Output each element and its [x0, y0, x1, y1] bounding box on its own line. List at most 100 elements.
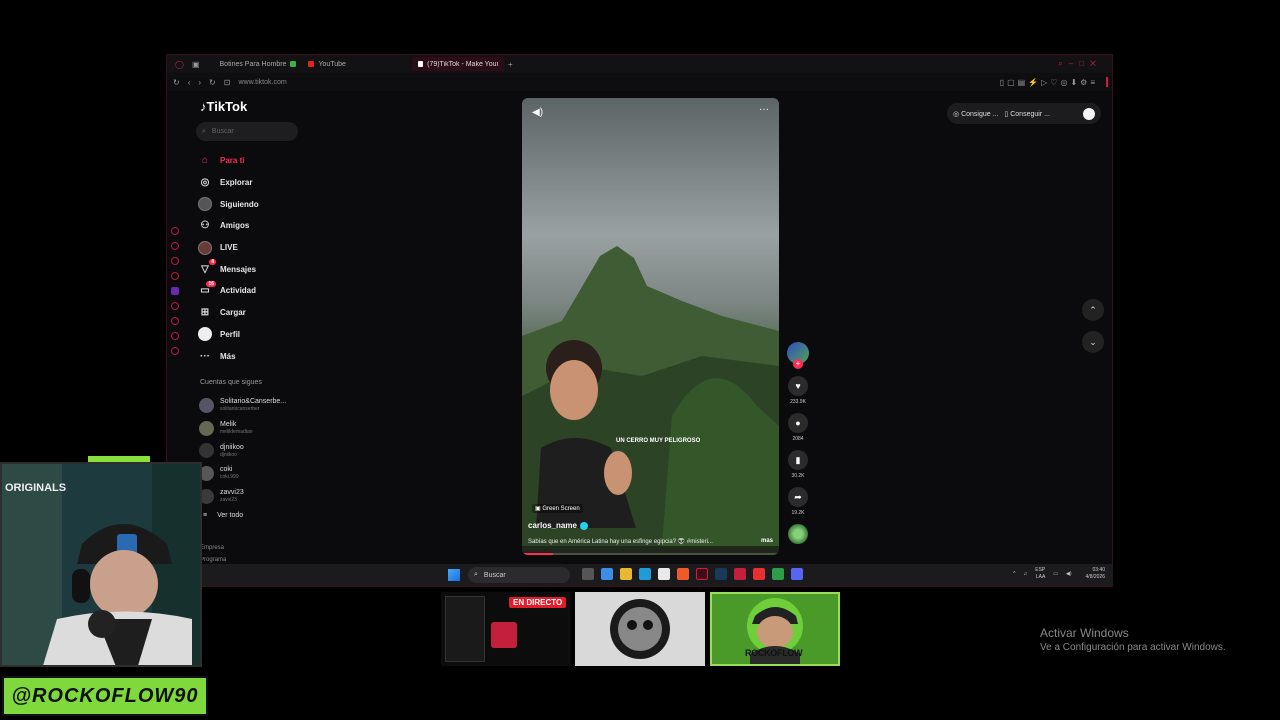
more-options-icon[interactable]: ··· [759, 104, 769, 115]
steam-icon[interactable] [715, 568, 727, 580]
language-indicator[interactable]: ESP LAA [1035, 567, 1045, 581]
back-icon[interactable]: ‹ [188, 78, 191, 87]
author-avatar[interactable]: + [787, 342, 809, 369]
video-player[interactable]: ◀) ··· UN CERRO MUY PELIGROSO ▣ Green Sc… [522, 98, 779, 555]
new-tab-icon[interactable]: + [508, 60, 513, 69]
network-icon[interactable]: ▭ [1053, 571, 1058, 577]
following-account[interactable]: zavvi23 zavvi23 [199, 485, 309, 508]
volume-icon[interactable]: ◀) [532, 107, 543, 118]
search-input[interactable]: ⌕ Buscar [196, 122, 298, 141]
app-icon[interactable] [753, 568, 765, 580]
activity-badge: 16 [206, 280, 216, 287]
scene-thumbnail[interactable]: EN DIRECTO [441, 592, 571, 666]
tab-botines[interactable]: Botines Para Hombre [214, 57, 303, 71]
sidebar-icon[interactable] [171, 332, 179, 340]
sidebar-icon[interactable] [171, 257, 179, 265]
comment-button[interactable]: ● [788, 413, 808, 433]
next-video-button[interactable]: ⌄ [1082, 331, 1104, 353]
get-coins-button[interactable]: ◎ Consigue ... [953, 110, 998, 118]
footer-link[interactable]: Empresa [200, 545, 224, 551]
get-app-button[interactable]: ▯ Conseguir ... [1004, 110, 1050, 118]
sidebar-icon[interactable] [171, 227, 179, 235]
sidebar-icon[interactable] [171, 272, 179, 280]
scene-thumbnail[interactable]: ROCKOFLOW [710, 592, 840, 666]
video-author[interactable]: carlos_name [528, 521, 588, 530]
forward-icon[interactable]: › [198, 78, 201, 87]
creator-figure [536, 340, 636, 528]
reload-icon[interactable]: ↻ [173, 78, 180, 87]
save-button[interactable]: ▮ [788, 450, 808, 470]
like-button[interactable]: ♥ [788, 376, 808, 396]
nav-item-para-ti[interactable]: ⌂ Para ti [198, 150, 318, 172]
extension-icons[interactable]: ▯▢▤⚡▷♡◎⬇⚙≡ [1000, 78, 1098, 87]
accent-line [1106, 77, 1108, 87]
nav-item-explorar[interactable]: ◎ Explorar [198, 172, 318, 194]
brave-icon[interactable] [677, 568, 689, 580]
sheets-icon[interactable] [772, 568, 784, 580]
clock[interactable]: 03:40 4/8/2026 [1086, 567, 1105, 581]
follow-plus-icon[interactable]: + [793, 359, 803, 369]
search-icon: ⌕ [202, 127, 206, 135]
tab-youtube[interactable]: YouTube [302, 57, 352, 71]
following-account[interactable]: djniikoo djniikoo [199, 439, 309, 462]
verified-icon [579, 521, 588, 530]
twitch-icon[interactable] [171, 287, 179, 295]
profile-icon [198, 327, 212, 342]
streamer-figure [43, 524, 192, 665]
nav-item-actividad[interactable]: ▭ 16 Actividad [198, 280, 318, 302]
refresh-icon[interactable]: ↻ [209, 78, 216, 87]
discord-icon[interactable] [791, 568, 803, 580]
widgets-icon[interactable] [601, 568, 613, 580]
theme-toggle[interactable] [1083, 107, 1095, 120]
webcam-overlay: ORIGINALS [0, 462, 202, 667]
search-icon: ⌕ [474, 571, 478, 578]
nav-item-cargar[interactable]: ⊞ Cargar [198, 302, 318, 324]
chevron-up-icon[interactable]: ^ [1013, 571, 1015, 577]
nav-item-live[interactable]: LIVE [198, 237, 318, 259]
opera-gx-icon[interactable] [696, 568, 708, 580]
file-explorer-icon[interactable] [620, 568, 632, 580]
task-view-icon[interactable] [582, 568, 594, 580]
nav-item-mas[interactable]: ··· Más [198, 345, 318, 367]
footer-link[interactable]: Programa [200, 557, 226, 563]
nav-item-mensajes[interactable]: ▽ 4 Mensajes [198, 258, 318, 280]
tab-menu-icon[interactable]: ▣ [192, 60, 200, 69]
share-button[interactable]: ➦ [788, 487, 808, 507]
edge-icon[interactable] [639, 568, 651, 580]
tiktok-nav: ⌂ Para ti ◎ Explorar Siguiendo ⚇ Amigos LIV… [198, 150, 318, 367]
following-account[interactable]: Solitario&Canserbe... solitariocanserber [199, 394, 309, 417]
windows-taskbar: ⌕ Buscar ^ ♫ ESP LAA ▭ ◀) 03:40 4/8/2026 [166, 564, 1113, 586]
see-all-link[interactable]: ≡ Ver todo [203, 512, 243, 519]
sidebar-icon[interactable] [171, 317, 179, 325]
avatar [199, 420, 214, 436]
sidebar-icon[interactable] [171, 242, 179, 250]
caption-more-link[interactable]: más [761, 538, 773, 544]
windows-start-icon[interactable] [448, 569, 460, 581]
following-account[interactable]: Melik melikfernadian [199, 417, 309, 440]
store-icon[interactable] [658, 568, 670, 580]
heart-icon: ♥ [795, 381, 801, 391]
scene-thumbnail[interactable] [575, 592, 705, 666]
nav-item-amigos[interactable]: ⚇ Amigos [198, 215, 318, 237]
sidebar-icon[interactable] [171, 347, 179, 355]
window-controls[interactable]: ⌕–□✕ [1058, 59, 1102, 69]
taskbar-search[interactable]: ⌕ Buscar [468, 567, 570, 583]
music-disc-icon[interactable] [788, 524, 808, 544]
save-count: 30.2K [791, 473, 805, 479]
previous-video-button[interactable]: ⌃ [1082, 299, 1104, 321]
following-account[interactable]: coki coki.999 [199, 462, 309, 485]
effect-tag[interactable]: ▣ Green Screen [532, 504, 583, 513]
video-progress[interactable] [522, 553, 779, 555]
microphone-icon[interactable]: ♫ [1024, 571, 1028, 577]
nav-item-perfil[interactable]: Perfil [198, 324, 318, 346]
app-icon[interactable] [734, 568, 746, 580]
tab-bar: ◯ ▣ Botines Para Hombre YouTube (79)TikT… [167, 55, 1112, 73]
skull-artwork [610, 599, 670, 659]
url-field[interactable]: www.tiktok.com [238, 79, 286, 86]
sidebar-icon[interactable] [171, 302, 179, 310]
opera-logo-icon[interactable]: ◯ [175, 60, 184, 69]
nav-item-siguiendo[interactable]: Siguiendo [198, 193, 318, 215]
volume-icon[interactable]: ◀) [1066, 571, 1072, 577]
tiktok-logo[interactable]: ♪TikTok [200, 99, 247, 114]
tab-tiktok[interactable]: (79)TikTok - Make Your Da [411, 57, 504, 71]
